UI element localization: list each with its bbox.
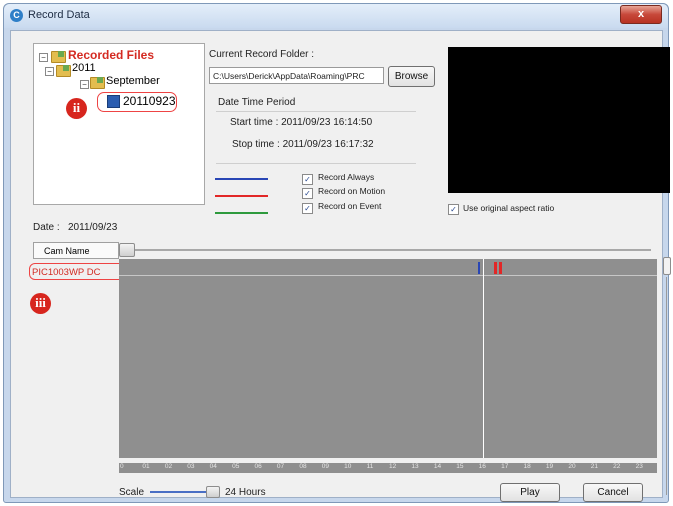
recording-timeline[interactable] [119,259,657,458]
hour-label: 22 [613,463,621,470]
record-folder-path[interactable]: C:\Users\Derick\AppData\Roaming\PRC [209,67,384,84]
hour-label: 04 [209,463,217,470]
record-on-event-label: Record on Event [318,201,382,211]
start-time: Start time : 2011/09/23 16:14:50 [230,117,373,128]
vertical-scrollbar[interactable] [662,257,671,497]
record-on-motion-label: Record on Motion [318,186,386,196]
folder-icon [51,51,66,63]
scroll-thumb[interactable] [663,257,671,275]
record-on-motion-marker [499,262,502,274]
collapse-icon[interactable]: − [39,53,48,62]
hour-label: 07 [276,463,285,470]
record-always-label: Record Always [318,172,375,182]
divider [216,111,416,112]
hour-label: 16 [478,463,486,470]
record-on-event-line [215,212,268,214]
hour-label: 23 [635,463,643,470]
hour-label: 11 [366,463,374,470]
hour-label: 21 [590,463,598,470]
camera-name-row[interactable]: PIC1003WP DC [29,263,129,280]
record-always-marker [478,262,480,274]
record-on-motion-line [215,195,268,197]
hour-label: 18 [523,463,531,470]
scale-value: 24 Hours [225,487,266,498]
scroll-track [666,277,667,495]
cancel-button[interactable]: Cancel [583,483,643,502]
dialog-client: − Recorded Files − 2011 − September ii 2… [10,30,671,502]
time-cursor[interactable] [483,259,484,458]
record-folder-label: Current Record Folder : [209,49,315,60]
record-always-checkbox[interactable]: ✓ [302,174,313,185]
window-title: Record Data [28,9,90,21]
hour-label: 03 [187,463,195,470]
scale-label: Scale [119,487,145,498]
record-on-motion-checkbox[interactable]: ✓ [302,188,313,199]
divider [216,163,416,164]
hour-label: 05 [232,463,240,470]
record-always-line [215,178,268,180]
app-icon: C [10,9,23,22]
recorded-files-tree[interactable]: − Recorded Files − 2011 − September ii 2… [33,43,205,205]
hour-label: 20 [568,463,576,470]
hour-label: 0 [120,463,124,470]
folder-icon [56,65,71,77]
timeline-zoom-track [121,249,651,251]
tree-item-month[interactable]: September [106,75,160,87]
hour-label: 08 [299,463,307,470]
calendar-icon [107,95,120,108]
date-label: Date : [33,222,60,233]
hour-label: 09 [321,463,329,470]
title-bar: C Record Data x [4,4,668,28]
hour-label: 02 [164,463,173,470]
tree-item-day[interactable]: 20110923 [123,94,176,108]
aspect-ratio-checkbox[interactable]: ✓ [448,204,459,215]
timeline-zoom-thumb[interactable] [119,243,135,257]
scale-slider-thumb[interactable] [206,486,220,498]
hour-label: 10 [344,463,352,470]
date-time-period-heading: Date Time Period [218,97,296,108]
record-data-window: C Record Data x − Recorded Files − 2011 … [3,3,671,503]
close-button[interactable]: x [620,5,662,24]
tree-item-year[interactable]: 2011 [72,62,96,74]
hour-label: 12 [389,463,397,470]
callout-badge-ii: ii [66,98,87,119]
hour-label: 01 [142,463,150,470]
callout-badge-iii: iii [30,293,51,314]
record-on-motion-marker [494,262,497,274]
hour-label: 17 [501,463,509,470]
play-button[interactable]: Play [500,483,560,502]
video-preview [448,47,670,193]
record-on-event-checkbox[interactable]: ✓ [302,203,313,214]
date-value: 2011/09/23 [68,222,118,233]
collapse-icon[interactable]: − [45,67,54,76]
hour-label: 19 [545,463,554,470]
hour-scale: 0 01 02 03 04 05 06 07 08 09 10 11 12 13 14 15 16 17 18 19 2… [119,463,657,473]
aspect-ratio-label: Use original aspect ratio [463,203,555,213]
browse-button[interactable]: Browse [388,66,435,87]
camera-track-divider [119,275,657,276]
hour-label: 13 [411,463,419,470]
folder-icon [90,77,105,89]
hour-label: 15 [456,463,464,470]
tree-root-recorded-files[interactable]: Recorded Files [68,48,154,62]
cam-name-header[interactable]: Cam Name [33,242,119,259]
stop-time: Stop time : 2011/09/23 16:17:32 [232,139,374,150]
hour-label: 14 [433,463,442,470]
collapse-icon[interactable]: − [80,80,89,89]
hour-label: 06 [254,463,262,470]
